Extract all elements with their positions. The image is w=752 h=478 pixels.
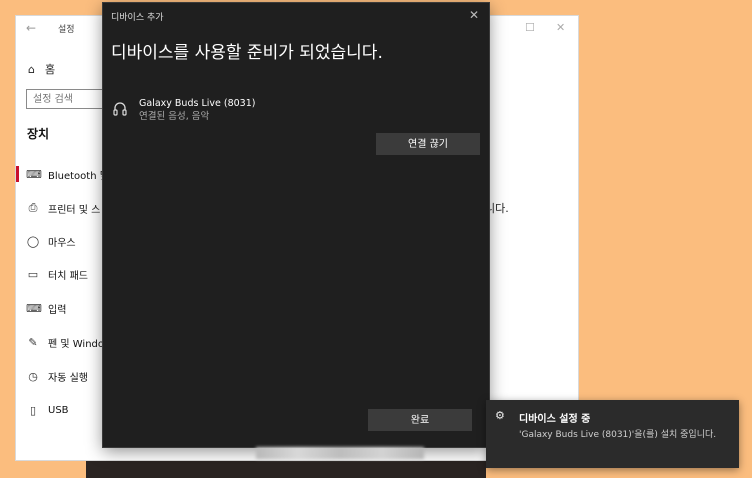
- home-label: 홈: [44, 63, 56, 76]
- toast-notification[interactable]: ⚙ 디바이스 설정 중 'Galaxy Buds Live (8031)'을(를…: [486, 400, 739, 468]
- device-item: Galaxy Buds Live (8031) 연결된 음성, 음악: [113, 98, 255, 124]
- sidebar-item-label: 펜 및 Windo: [48, 338, 105, 350]
- sidebar-item-label: Bluetooth 및: [48, 170, 109, 182]
- maximize-icon[interactable]: ☐: [525, 21, 535, 34]
- printer-icon: ⎙: [28, 201, 38, 214]
- pen-icon: ✎: [28, 335, 38, 349]
- done-button[interactable]: 완료: [368, 409, 472, 431]
- back-arrow-icon[interactable]: ←: [26, 21, 36, 35]
- toast-title: 디바이스 설정 중: [519, 414, 591, 425]
- mouse-icon: ◯: [26, 234, 40, 248]
- sidebar-item-label: 터치 패드: [48, 270, 88, 282]
- sidebar-item-label: 자동 실행: [48, 372, 88, 384]
- home-link[interactable]: ⌂ 홈: [28, 61, 55, 77]
- desktop-background: [86, 458, 486, 478]
- headset-icon: [113, 102, 127, 116]
- keyboard-icon: ⌨: [26, 301, 42, 315]
- sidebar-item-label: 마우스: [48, 237, 76, 249]
- add-device-dialog: 디바이스 추가 ✕ 디바이스를 사용할 준비가 되었습니다. Galaxy Bu…: [103, 3, 489, 447]
- device-status: 연결된 음성, 음악: [139, 111, 210, 122]
- autoplay-icon: ◷: [28, 369, 38, 383]
- device-name: Galaxy Buds Live (8031): [139, 98, 256, 109]
- sidebar-item-label: 입력: [48, 304, 67, 316]
- section-title: 장치: [27, 127, 50, 141]
- usb-icon: ▯: [29, 403, 37, 417]
- settings-title: 설정: [58, 25, 75, 35]
- dialog-heading: 디바이스를 사용할 준비가 되었습니다.: [111, 43, 383, 63]
- sidebar-item-label: 프린터 및 스: [48, 204, 101, 216]
- toast-body: 'Galaxy Buds Live (8031)'을(를) 설치 중입니다.: [519, 430, 717, 440]
- touchpad-icon: ▭: [27, 267, 39, 281]
- disconnect-button[interactable]: 연결 끊기: [376, 133, 480, 155]
- gear-icon: ⚙: [495, 409, 505, 422]
- close-icon[interactable]: ✕: [556, 21, 565, 34]
- home-icon: ⌂: [28, 62, 35, 76]
- dialog-title: 디바이스 추가: [111, 13, 164, 23]
- blurred-region: [256, 447, 424, 459]
- close-icon[interactable]: ✕: [469, 8, 479, 22]
- bluetooth-devices-icon: ⌨: [26, 167, 42, 181]
- sidebar-item-label: USB: [48, 404, 69, 416]
